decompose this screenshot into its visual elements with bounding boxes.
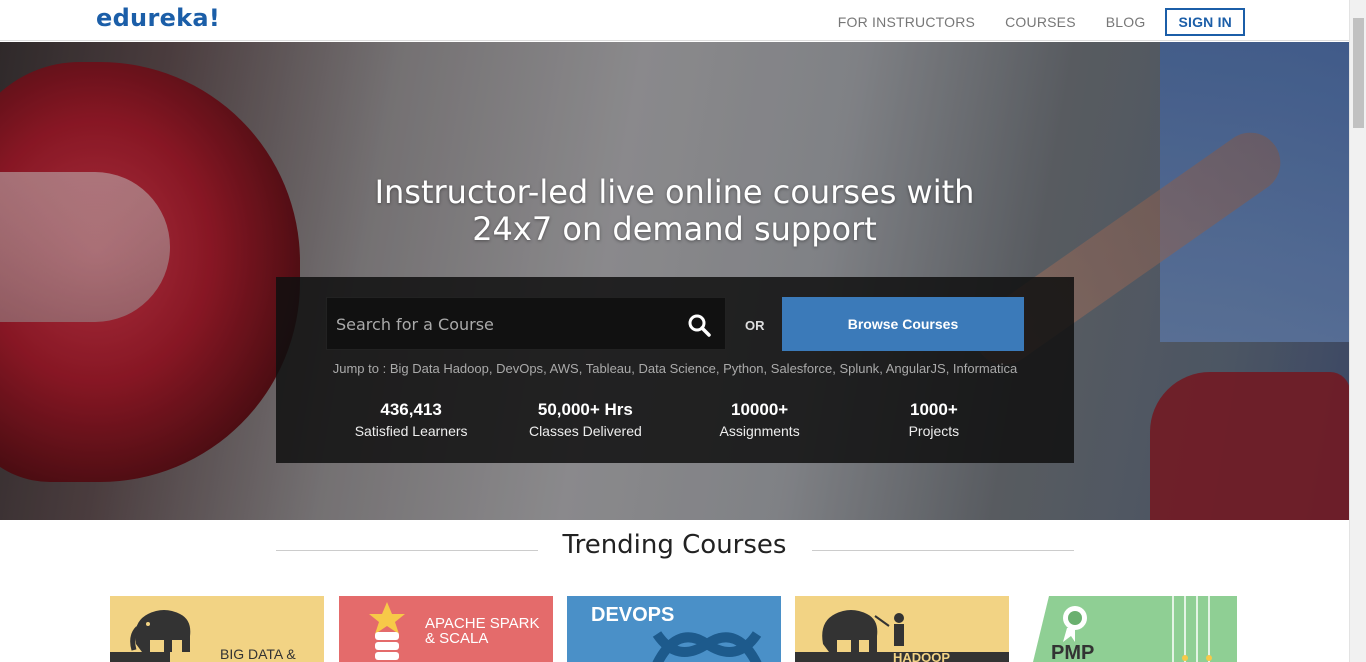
page-scrollbar[interactable] (1349, 0, 1366, 662)
jump-link-python[interactable]: Python (723, 361, 763, 376)
stat-value: 50,000+ Hrs (537, 400, 633, 419)
headline-line-2: 24x7 on demand support (472, 210, 877, 248)
stat-projects: 1000+ Projects (847, 399, 1021, 441)
jump-link-salesforce[interactable]: Salesforce (771, 361, 832, 376)
stat-assignments: 10000+ Assignments (673, 399, 847, 441)
trending-courses-title: Trending Courses (562, 530, 787, 560)
card-stripe (110, 652, 170, 662)
search-panel: OR Browse Courses Jump to : Big Data Had… (276, 277, 1074, 463)
search-icon[interactable] (687, 313, 711, 337)
course-card-big-data[interactable]: BIG DATA & (110, 596, 324, 662)
stat-label: Assignments (719, 423, 800, 439)
sign-in-button[interactable]: SIGN IN (1165, 8, 1245, 36)
nav-blog[interactable]: BLOG (1106, 14, 1146, 30)
jump-link-data-science[interactable]: Data Science (639, 361, 716, 376)
stats-row: 436,413 Satisfied Learners 50,000+ Hrs C… (324, 399, 1021, 441)
stat-value: 436,413 (380, 400, 442, 419)
elephant-icon (130, 610, 191, 652)
course-card-devops[interactable]: DEVOPS (567, 596, 781, 662)
stat-label: Satisfied Learners (354, 423, 468, 439)
card-title: BIG DATA & (220, 646, 296, 662)
nav-for-instructors[interactable]: FOR INSTRUCTORS (838, 14, 975, 30)
jump-link-informatica[interactable]: Informatica (953, 361, 1017, 376)
browse-courses-button[interactable]: Browse Courses (782, 297, 1024, 351)
stat-value: 1000+ (910, 400, 958, 419)
infinity-icon (652, 631, 762, 662)
card-title: PMP (1051, 642, 1095, 662)
jump-link-devops[interactable]: DevOps (496, 361, 543, 376)
hero-banner: Instructor-led live online courses with … (0, 42, 1349, 520)
edureka-logo[interactable]: edureka! (96, 4, 220, 32)
stat-label: Projects (908, 423, 960, 439)
jump-link-splunk[interactable]: Splunk (839, 361, 879, 376)
or-label: OR (745, 318, 765, 333)
stat-value: 10000+ (731, 400, 789, 419)
card-title: APACHE SPARK & SCALA (425, 615, 540, 647)
stat-label: Classes Delivered (528, 423, 642, 439)
headline-line-1: Instructor-led live online courses with (374, 173, 975, 211)
course-card-pmp[interactable]: PMP (1023, 596, 1237, 662)
jump-link-big-data-hadoop[interactable]: Big Data Hadoop (390, 361, 489, 376)
search-box (326, 297, 726, 351)
jump-to-links: Jump to : Big Data Hadoop, DevOps, AWS, … (332, 361, 1018, 376)
card-title: HADOOP (893, 650, 951, 662)
course-search-input[interactable] (327, 298, 677, 351)
jump-to-label: Jump to : (332, 361, 387, 376)
top-header: edureka! FOR INSTRUCTORS COURSES BLOG SI… (0, 0, 1349, 41)
stat-hours: 50,000+ Hrs Classes Delivered (498, 399, 672, 441)
hero-headline: Instructor-led live online courses with … (0, 174, 1349, 248)
course-card-apache-spark[interactable]: APACHE SPARK & SCALA (339, 596, 553, 662)
jump-link-angularjs[interactable]: AngularJS (886, 361, 946, 376)
jump-link-aws[interactable]: AWS (550, 361, 579, 376)
course-card-hadoop[interactable]: HADOOP (795, 596, 1009, 662)
scrollbar-thumb[interactable] (1353, 18, 1364, 128)
nav-courses[interactable]: COURSES (1005, 14, 1076, 30)
spark-star-icon (369, 602, 405, 660)
stat-learners: 436,413 Satisfied Learners (324, 399, 498, 441)
jump-link-tableau[interactable]: Tableau (586, 361, 632, 376)
top-nav: FOR INSTRUCTORS COURSES BLOG SIGN IN (808, 8, 1245, 36)
